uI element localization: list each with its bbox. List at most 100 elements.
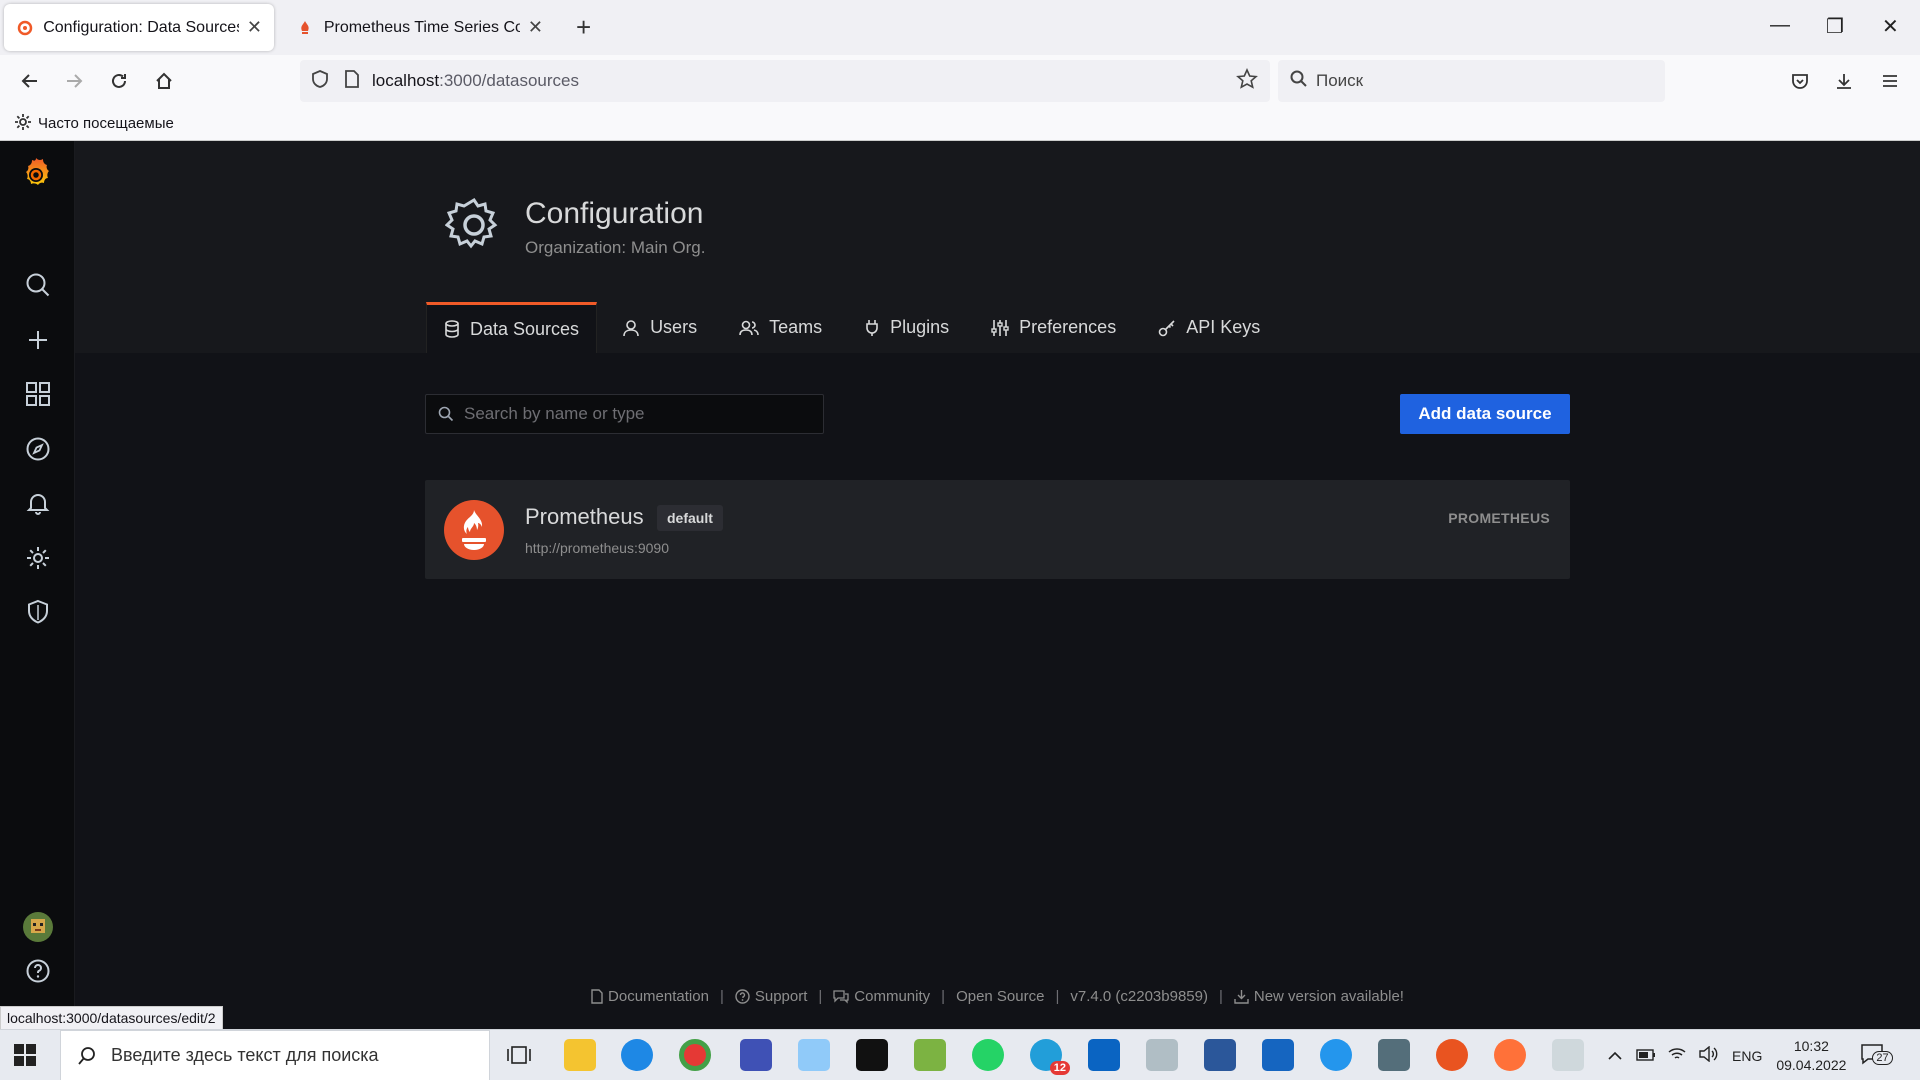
datasource-name[interactable]: Prometheus xyxy=(525,504,644,530)
taskbar-search[interactable]: Введите здесь текст для поиска xyxy=(60,1030,490,1080)
tab-label: Data Sources xyxy=(470,318,580,339)
help-icon[interactable] xyxy=(22,955,54,987)
footer-support-link[interactable]: Support xyxy=(735,988,807,1005)
notifications-icon[interactable]: 27 xyxy=(1860,1043,1893,1068)
chrome-browser-icon[interactable] xyxy=(679,1039,711,1071)
tab-teams[interactable]: Teams xyxy=(722,302,839,353)
language-indicator[interactable]: ENG xyxy=(1732,1048,1762,1064)
taskbar-search-placeholder: Введите здесь текст для поиска xyxy=(111,1045,379,1065)
volume-icon[interactable] xyxy=(1698,1045,1718,1065)
bookmarks-bar: Часто посещаемые xyxy=(0,107,1920,141)
photos-app-icon[interactable] xyxy=(1146,1039,1178,1071)
close-tab-icon[interactable]: ✕ xyxy=(528,17,543,38)
user-icon xyxy=(623,319,639,336)
link-status-url: localhost:3000/datasources/edit/2 xyxy=(0,1006,223,1030)
image-editor-icon[interactable] xyxy=(914,1039,946,1071)
firefox-icon[interactable] xyxy=(1494,1039,1526,1071)
bookmark-star-icon[interactable] xyxy=(1236,67,1258,95)
file-explorer-icon[interactable] xyxy=(564,1039,596,1071)
sliders-icon xyxy=(991,319,1009,336)
datasource-url: http://prometheus:9090 xyxy=(525,540,669,556)
word-icon[interactable] xyxy=(1204,1039,1236,1071)
close-window-icon[interactable]: ✕ xyxy=(1882,14,1899,39)
back-icon[interactable] xyxy=(16,67,44,95)
task-view-icon[interactable] xyxy=(503,1039,535,1071)
save-app-icon[interactable] xyxy=(740,1039,772,1071)
bookmark-most-visited[interactable]: Часто посещаемые xyxy=(38,115,174,132)
clock-date: 09.04.2022 xyxy=(1776,1056,1847,1073)
tab-title: Prometheus Time Series Collect xyxy=(323,18,520,36)
windows-start-icon[interactable] xyxy=(14,1044,36,1071)
user-avatar[interactable] xyxy=(22,911,54,943)
tab-label: Teams xyxy=(769,317,823,337)
footer-documentation-link[interactable]: Documentation xyxy=(591,988,709,1005)
whatsapp-icon[interactable] xyxy=(972,1039,1004,1071)
default-badge: default xyxy=(657,505,723,531)
network-app-icon[interactable] xyxy=(1378,1039,1410,1071)
search-icon[interactable] xyxy=(22,269,54,301)
datasource-card[interactable]: Prometheus default http://prometheus:909… xyxy=(425,480,1570,579)
browser-tab-grafana[interactable]: Configuration: Data Sources - G ✕ xyxy=(4,4,274,51)
tab-preferences[interactable]: Preferences xyxy=(974,302,1133,353)
system-tray: ENG 10:32 09.04.2022 27 xyxy=(1608,1030,1893,1080)
ubuntu-icon[interactable] xyxy=(1436,1039,1468,1071)
outlook-icon[interactable] xyxy=(1088,1039,1120,1071)
notes-app-icon[interactable] xyxy=(798,1039,830,1071)
add-data-source-button[interactable]: Add data source xyxy=(1400,394,1570,434)
footer-new-version-link[interactable]: New version available! xyxy=(1234,988,1404,1005)
dashboards-grid-icon[interactable] xyxy=(22,378,54,410)
paint-app-icon[interactable] xyxy=(1552,1039,1584,1071)
prometheus-favicon-icon xyxy=(297,19,314,37)
explore-compass-icon[interactable] xyxy=(22,433,54,465)
shield-icon[interactable] xyxy=(310,69,330,94)
page-icon xyxy=(344,69,360,94)
configuration-gear-icon[interactable] xyxy=(22,542,54,574)
chevron-up-icon[interactable] xyxy=(1608,1048,1622,1064)
browser-tab-prometheus[interactable]: Prometheus Time Series Collect ✕ xyxy=(285,4,555,51)
document-icon xyxy=(591,989,603,1004)
download-icon[interactable] xyxy=(1830,67,1858,95)
footer-community-link[interactable]: Community xyxy=(833,988,930,1005)
search-input[interactable] xyxy=(464,404,804,424)
tab-plugins[interactable]: Plugins xyxy=(847,302,966,353)
close-tab-icon[interactable]: ✕ xyxy=(247,17,262,38)
telegram-icon[interactable]: 12 xyxy=(1030,1039,1070,1075)
datasource-search[interactable] xyxy=(425,394,824,434)
battery-icon[interactable] xyxy=(1636,1048,1656,1064)
grafana-main: Configuration Organization: Main Org. Da… xyxy=(75,141,1920,1029)
alerting-bell-icon[interactable] xyxy=(22,487,54,519)
server-admin-shield-icon[interactable] xyxy=(22,596,54,628)
edge-browser-icon[interactable] xyxy=(621,1039,653,1071)
wifi-icon[interactable] xyxy=(1668,1047,1686,1064)
menu-icon[interactable] xyxy=(1876,67,1904,95)
users-icon xyxy=(739,320,759,335)
terminal-icon[interactable] xyxy=(856,1039,888,1071)
footer-open-source-link[interactable]: Open Source xyxy=(956,988,1044,1005)
tab-users[interactable]: Users xyxy=(605,302,714,353)
docker-icon[interactable] xyxy=(1320,1039,1352,1071)
forward-icon[interactable] xyxy=(60,67,88,95)
clock[interactable]: 10:32 09.04.2022 xyxy=(1776,1037,1846,1075)
browser-search-bar[interactable]: Поиск xyxy=(1278,60,1665,102)
reload-icon[interactable] xyxy=(105,67,133,95)
pocket-icon[interactable] xyxy=(1786,67,1814,95)
restore-icon[interactable]: ❐ xyxy=(1826,14,1844,39)
footer-version: v7.4.0 (c2203b9859) xyxy=(1070,988,1208,1005)
address-bar[interactable]: localhost:3000/datasources xyxy=(300,60,1270,102)
comments-icon xyxy=(833,990,849,1004)
tab-api-keys[interactable]: API Keys xyxy=(1141,302,1277,353)
key-icon xyxy=(1158,319,1175,336)
gear-icon xyxy=(14,113,32,135)
grafana-logo-icon[interactable] xyxy=(16,155,56,195)
new-tab-icon[interactable]: + xyxy=(576,12,591,43)
search-icon xyxy=(438,406,454,422)
search-icon xyxy=(1290,70,1308,93)
tab-data-sources[interactable]: Data Sources xyxy=(426,302,598,353)
ms-app-icon[interactable] xyxy=(1262,1039,1294,1071)
minimize-icon[interactable]: — xyxy=(1770,14,1790,37)
url-host: localhost xyxy=(372,71,440,90)
create-plus-icon[interactable] xyxy=(22,324,54,356)
browser-nav-bar: localhost:3000/datasources Поиск xyxy=(0,55,1920,107)
footer-separator: | xyxy=(941,988,946,1005)
home-icon[interactable] xyxy=(150,67,178,95)
